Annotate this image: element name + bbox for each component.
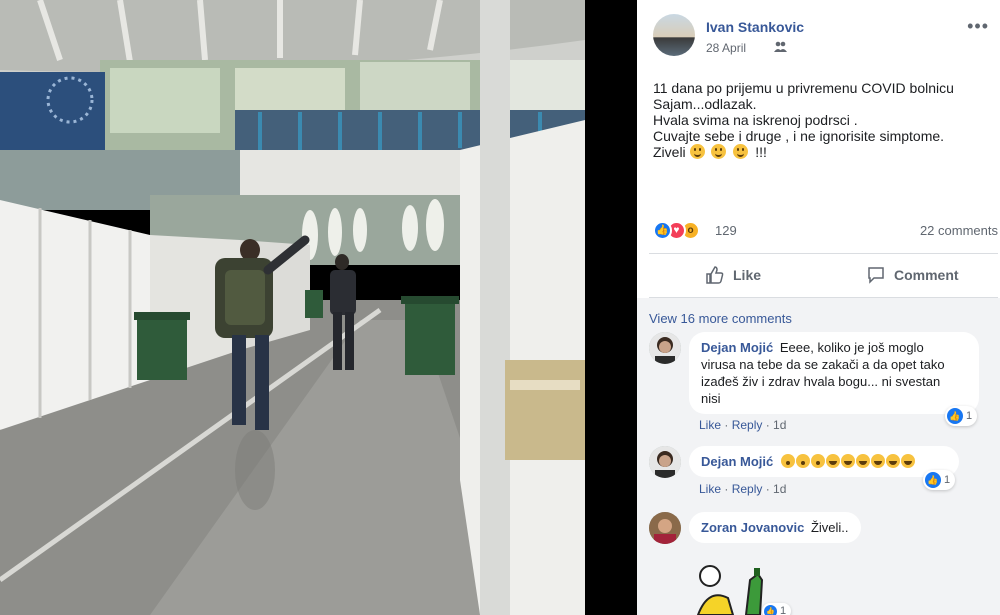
comment-text: virusa na tebe da se zakači a da opet ta… [701,357,945,372]
friends-icon [774,41,787,55]
post-panel: Ivan Stankovic 28 April ••• 11 dana po p… [637,0,1000,615]
like-reaction-icon: 👍 [925,472,941,488]
comment-icon [868,267,884,284]
laughing-emoji-icon [885,454,900,468]
reaction-count[interactable]: 129 [715,223,737,238]
smiley-emoji-icon [733,144,749,159]
comment-actions: Like · Reply · 1d [699,418,787,432]
sticker-reactions[interactable]: 👍 1 [762,603,792,615]
post-text-word: Ziveli [653,144,686,160]
cheers-sticker [688,560,768,615]
comment-reaction-count: 1 [944,474,951,486]
action-bar: Like Comment [649,255,998,295]
commenter-name[interactable]: Dejan Mojić [701,340,773,355]
comment-bubble: Dejan Mojić Eeee, koliko je još moglo vi… [689,332,979,414]
comment-reply-link[interactable]: Reply [732,482,763,496]
reactions-summary[interactable]: 👍 ♥ o 129 22 comments [653,219,998,243]
more-options-button[interactable]: ••• [967,16,989,37]
comment: Dejan Mojić Eeee, koliko je još moglo vi… [649,332,994,432]
cheers-sticker-image [696,565,768,615]
grinning-emoji-icon [855,454,870,468]
author-avatar[interactable] [653,14,695,56]
comment: Dejan Mojić 👍 1 Like · Reply · 1d [649,446,994,498]
photo-viewer [0,0,637,615]
post-date[interactable]: 28 April [706,41,746,55]
commenter-name[interactable]: Zoran Jovanovic [701,520,804,535]
astonished-emoji-icon [795,454,810,468]
comment-like-link[interactable]: Like [699,482,721,496]
laughing-emoji-icon [900,454,915,468]
like-button[interactable]: Like [705,255,761,295]
post-text-exclamation: !!! [755,144,767,160]
astonished-emoji-icon [780,454,795,468]
hospital-hall-photo [0,0,585,615]
post-text-line: 11 dana po prijemu u privremenu COVID bo… [653,80,954,96]
like-reaction-icon: 👍 [764,604,777,615]
commenter-avatar[interactable] [649,332,681,364]
comment: Zoran Jovanovic Živeli.. [649,512,994,552]
comment-count[interactable]: 22 comments [920,223,998,238]
post-text-last-line: Ziveli !!! [653,144,988,160]
comment-reaction-count: 1 [966,410,973,422]
comment-actions: Like · Reply · 1d [699,482,787,496]
like-button-label: Like [733,267,762,283]
commenter-name[interactable]: Dejan Mojić [701,454,773,469]
comment-reactions[interactable]: 👍 1 [945,406,978,426]
author-name[interactable]: Ivan Stankovic [706,19,804,35]
post-text-line: Hvala svima na iskrenoj podrsci . [653,112,858,128]
comment-text: izađeš živ i zdrav hvala bogu... ni sves… [701,374,941,389]
comment-bubble: Zoran Jovanovic Živeli.. [689,512,861,543]
comment-button-label: Comment [894,267,959,283]
astonished-emoji-icon [810,454,825,468]
thumbs-up-icon [706,266,724,284]
grinning-emoji-icon [825,454,840,468]
comment-bubble: Dejan Mojić [689,446,959,477]
like-reaction-icon: 👍 [653,221,672,240]
comment-text: Eeee, koliko je još moglo [779,340,924,355]
grinning-emoji-icon [840,454,855,468]
laughing-emoji-icon [870,454,885,468]
post-header: Ivan Stankovic 28 April ••• [653,14,993,58]
comment-reply-link[interactable]: Reply [732,418,763,432]
post-photo[interactable] [0,0,585,615]
comment-button[interactable]: Comment [866,255,959,295]
comment-text: Živeli.. [810,520,849,535]
comment-like-link[interactable]: Like [699,418,721,432]
like-reaction-icon: 👍 [947,408,963,424]
comment-reactions[interactable]: 👍 1 [923,470,956,490]
comment-text: nisi [701,391,721,406]
post-text-line: Cuvajte sebe i druge , i ne ignorisite s… [653,128,945,144]
divider [649,253,998,254]
commenter-avatar[interactable] [649,512,681,544]
comment-time[interactable]: 1d [773,418,786,432]
commenter-avatar[interactable] [649,446,681,478]
post-text-line: Sajam...odlazak. [653,96,757,112]
comment-time[interactable]: 1d [773,482,786,496]
sticker-reaction-count: 1 [780,605,787,615]
smiley-emoji-icon [711,144,727,159]
post-text: 11 dana po prijemu u privremenu COVID bo… [653,80,988,160]
smiley-emoji-icon [689,144,705,159]
view-more-comments-link[interactable]: View 16 more comments [649,311,792,326]
